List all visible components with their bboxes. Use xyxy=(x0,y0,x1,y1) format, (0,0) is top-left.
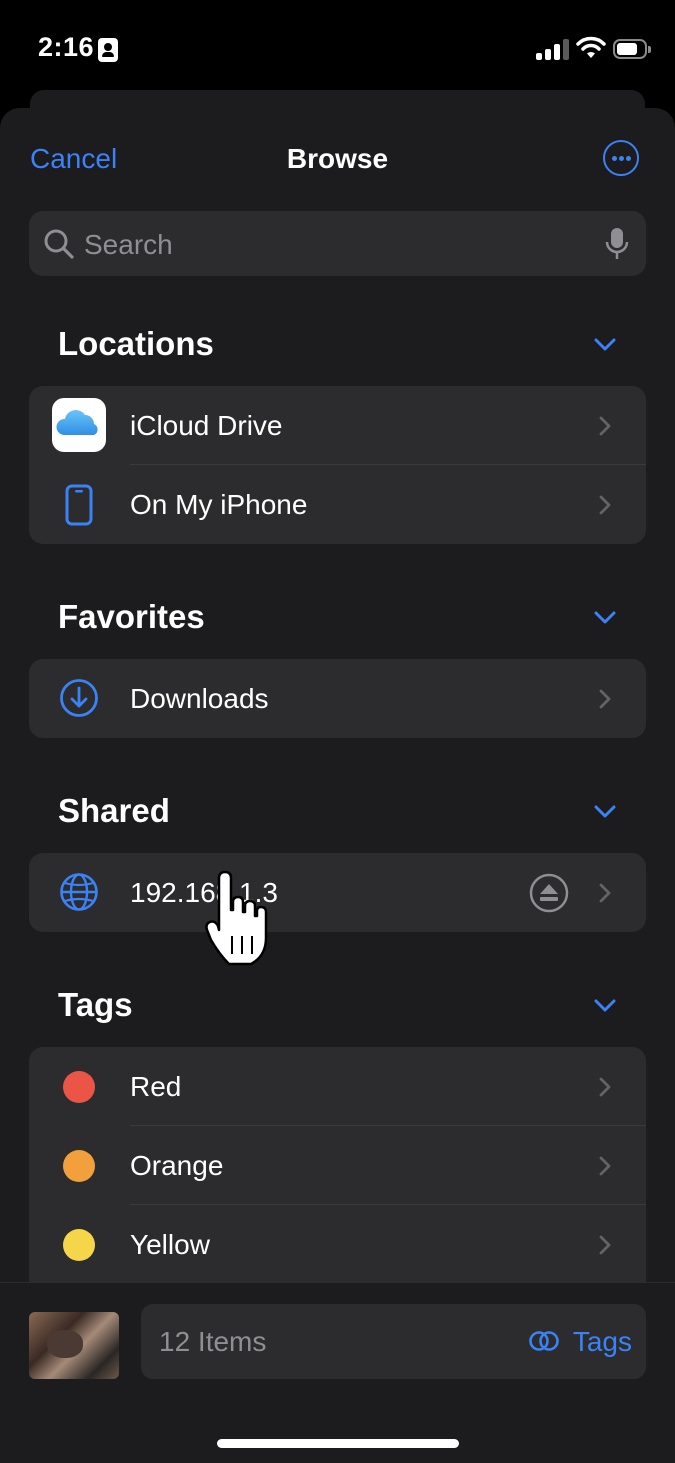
battery-icon xyxy=(613,39,651,59)
wifi-icon xyxy=(576,36,606,58)
list-item-label: Orange xyxy=(130,1150,224,1181)
list-item-label: Downloads xyxy=(130,683,269,714)
chevron-right-icon xyxy=(599,495,611,515)
download-icon xyxy=(60,679,98,717)
icloud-icon xyxy=(52,398,106,452)
list-item-icloud-drive[interactable]: iCloud Drive xyxy=(29,386,646,465)
cellular-signal-icon xyxy=(536,38,569,60)
list-item-label: Red xyxy=(130,1071,182,1102)
contact-badge-icon xyxy=(98,38,118,62)
iphone-icon xyxy=(65,484,93,526)
hand-pointer-cursor-icon xyxy=(205,870,268,966)
chevron-down-icon[interactable] xyxy=(594,611,616,625)
search-field[interactable]: Search xyxy=(29,211,646,276)
tags-button[interactable]: Tags xyxy=(573,1326,632,1358)
microphone-icon[interactable] xyxy=(605,226,629,262)
selection-info-bar: 12 Items Tags xyxy=(141,1304,646,1379)
chevron-down-icon[interactable] xyxy=(594,999,616,1013)
list-item-server[interactable]: 192.168.1.3 xyxy=(29,853,646,932)
tag-color-dot-icon xyxy=(63,1150,95,1182)
favorites-list: Downloads xyxy=(29,659,646,738)
list-item-tag-yellow[interactable]: Yellow xyxy=(29,1205,646,1284)
eject-icon[interactable] xyxy=(529,873,569,913)
tags-icon xyxy=(529,1331,559,1351)
search-placeholder: Search xyxy=(84,229,173,260)
chevron-right-icon xyxy=(599,883,611,903)
browse-sheet: Cancel Browse Search Locations iCloud Dr… xyxy=(0,108,675,1462)
locations-list: iCloud Drive On My iPhone xyxy=(29,386,646,544)
search-icon xyxy=(44,229,74,259)
list-item-label: On My iPhone xyxy=(130,489,308,520)
more-options-icon[interactable] xyxy=(603,140,639,176)
bottom-toolbar: 12 Items Tags xyxy=(0,1282,675,1463)
list-item-label: iCloud Drive xyxy=(130,410,283,441)
home-indicator xyxy=(217,1439,459,1448)
selected-item-thumbnail[interactable] xyxy=(29,1312,119,1379)
shared-list: 192.168.1.3 xyxy=(29,853,646,932)
chevron-right-icon xyxy=(599,1156,611,1176)
list-item-on-my-iphone[interactable]: On My iPhone xyxy=(29,465,646,544)
status-bar: 2:16 xyxy=(0,0,675,100)
globe-icon xyxy=(60,873,98,911)
section-title-favorites: Favorites xyxy=(58,598,205,635)
list-item-tag-red[interactable]: Red xyxy=(29,1047,646,1126)
page-title: Browse xyxy=(286,143,389,174)
chevron-right-icon xyxy=(599,1077,611,1097)
section-title-locations: Locations xyxy=(58,325,214,362)
list-item-tag-orange[interactable]: Orange xyxy=(29,1126,646,1205)
chevron-right-icon xyxy=(599,689,611,709)
section-title-shared: Shared xyxy=(58,792,170,829)
chevron-down-icon[interactable] xyxy=(594,805,616,819)
status-time: 2:16 xyxy=(38,32,95,62)
list-item-downloads[interactable]: Downloads xyxy=(29,659,646,738)
items-count: 12 Items xyxy=(159,1326,267,1357)
tag-color-dot-icon xyxy=(63,1229,95,1261)
chevron-right-icon xyxy=(599,416,611,436)
tag-color-dot-icon xyxy=(63,1071,95,1103)
section-title-tags: Tags xyxy=(58,986,133,1023)
list-item-label: Yellow xyxy=(130,1229,210,1260)
chevron-right-icon xyxy=(599,1235,611,1255)
chevron-down-icon[interactable] xyxy=(594,338,616,352)
tags-list: Red Orange Yellow xyxy=(29,1047,646,1287)
